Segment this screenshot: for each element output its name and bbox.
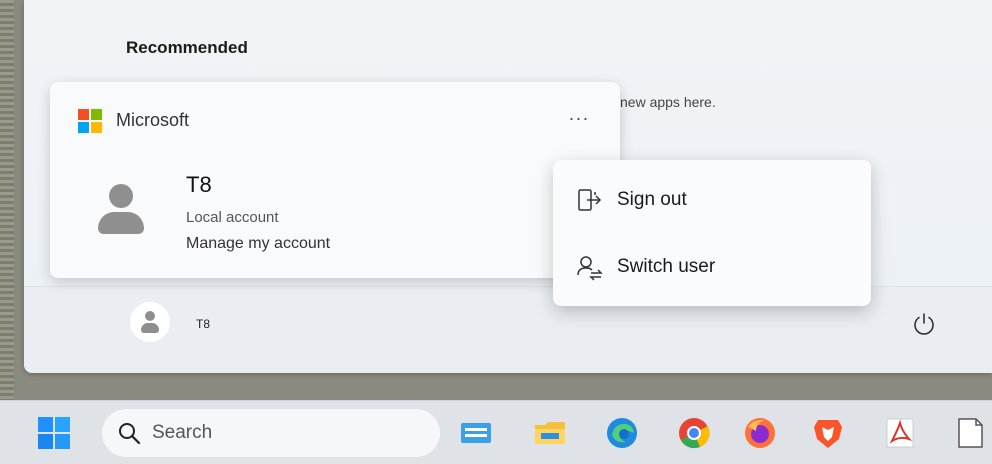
logo-blue-square bbox=[78, 122, 89, 133]
more-options-button[interactable]: ··· bbox=[562, 104, 596, 132]
brave-icon[interactable] bbox=[810, 415, 846, 451]
pdf-reader-icon[interactable] bbox=[882, 415, 918, 451]
sign-out-icon bbox=[578, 189, 602, 211]
account-flyout: Microsoft ··· T8 Local account Manage my… bbox=[50, 82, 620, 278]
microsoft-logo-icon bbox=[78, 109, 102, 133]
recommended-hint: new apps here. bbox=[620, 94, 716, 110]
manage-account-link[interactable]: Manage my account bbox=[186, 235, 330, 253]
account-provider: Microsoft bbox=[116, 110, 190, 130]
recommended-heading: Recommended bbox=[126, 38, 248, 57]
account-user-name: T8 bbox=[186, 172, 212, 197]
footer-user-name[interactable]: T8 bbox=[196, 317, 210, 331]
search-label: Search bbox=[152, 422, 213, 443]
logo-green-square bbox=[91, 109, 102, 120]
account-avatar bbox=[96, 178, 146, 240]
user-context-menu: Sign out Switch user bbox=[553, 160, 871, 306]
switch-user-icon bbox=[577, 256, 603, 281]
power-button[interactable] bbox=[910, 310, 938, 338]
logo-red-square bbox=[78, 109, 89, 120]
search-icon bbox=[119, 423, 141, 445]
desktop-background bbox=[0, 0, 14, 400]
power-icon bbox=[914, 313, 934, 335]
keyboard-app-icon[interactable] bbox=[458, 415, 494, 451]
switch-user-menu-item[interactable]: Switch user bbox=[559, 240, 865, 294]
taskbar-search-box[interactable]: Search bbox=[102, 409, 440, 457]
avatar-body bbox=[98, 212, 144, 234]
avatar-head bbox=[145, 311, 155, 321]
sign-out-menu-item[interactable]: Sign out bbox=[559, 173, 865, 227]
logo-yellow-square bbox=[91, 122, 102, 133]
sign-out-label: Sign out bbox=[617, 189, 687, 210]
taskbar: Search bbox=[0, 400, 992, 464]
edge-icon[interactable] bbox=[604, 415, 640, 451]
switch-user-label: Switch user bbox=[617, 256, 716, 277]
firefox-icon[interactable] bbox=[742, 415, 778, 451]
footer-user-avatar[interactable] bbox=[130, 302, 170, 342]
account-type: Local account bbox=[186, 209, 279, 226]
avatar-body bbox=[141, 323, 159, 333]
start-icon[interactable] bbox=[36, 415, 72, 451]
avatar-head bbox=[109, 184, 133, 208]
notepad-icon[interactable] bbox=[952, 415, 988, 451]
file-explorer-icon[interactable] bbox=[532, 415, 568, 451]
chrome-icon[interactable] bbox=[676, 415, 712, 451]
